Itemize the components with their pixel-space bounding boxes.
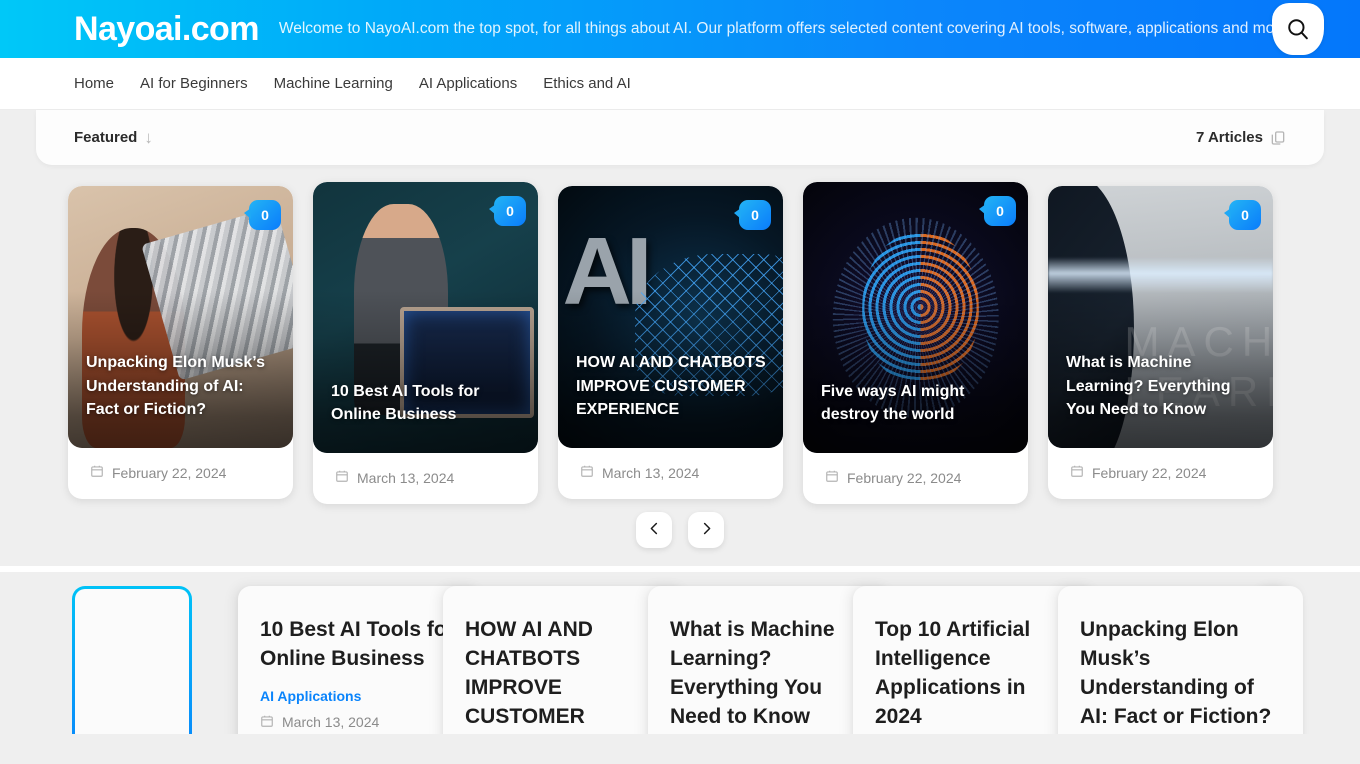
site-header: Nayoai.com Welcome to NayoAI.com the top… — [0, 0, 1360, 58]
featured-card[interactable]: 0 What is Machine Learning? Everything Y… — [1048, 186, 1273, 499]
article-count: 7 Articles — [1196, 129, 1286, 146]
article-date-row: March 13, 2024 — [260, 714, 461, 731]
card-thumbnail: 0 Unpacking Elon Musk’s Understanding of… — [68, 186, 293, 448]
featured-section: Featured ↓ 7 Articles 0 Unpacking Elon M… — [0, 110, 1360, 548]
article-title: Top 10 Artificial Intelligence Applicati… — [875, 618, 1031, 728]
chevron-left-icon — [647, 521, 662, 539]
site-logo[interactable]: Nayoai.com — [74, 12, 259, 46]
card-title: Five ways AI might destroy the world — [821, 382, 965, 424]
comment-count: 0 — [1241, 207, 1249, 223]
card-date: February 22, 2024 — [847, 469, 962, 486]
article-count-label: 7 Articles — [1196, 129, 1263, 146]
nav-item-ethics-and-ai[interactable]: Ethics and AI — [543, 75, 631, 92]
copy-icon — [1270, 130, 1286, 146]
card-date: March 13, 2024 — [602, 464, 700, 481]
calendar-icon — [260, 714, 274, 731]
comment-count-badge: 0 — [489, 196, 526, 226]
nav-item-home[interactable]: Home — [74, 75, 114, 92]
nav-item-ai-applications[interactable]: AI Applications — [419, 75, 517, 92]
card-title: What is Machine Learning? Everything You… — [1066, 353, 1231, 419]
main-navigation: Home AI for Beginners Machine Learning A… — [0, 58, 1360, 110]
calendar-icon — [1070, 464, 1084, 481]
highlighted-placeholder-card[interactable] — [72, 586, 192, 734]
article-title: What is Machine Learning? Everything You… — [670, 618, 835, 728]
comment-count-badge: 0 — [979, 196, 1016, 226]
calendar-icon — [580, 464, 594, 481]
featured-toolbar: Featured ↓ 7 Articles — [36, 110, 1324, 165]
search-button[interactable] — [1272, 3, 1324, 55]
card-thumbnail: 0 Five ways AI might destroy the world — [803, 182, 1028, 453]
calendar-icon — [825, 469, 839, 486]
card-date: February 22, 2024 — [1092, 464, 1207, 481]
chevron-right-icon — [699, 521, 714, 539]
card-thumbnail: 0 HOW AI AND CHATBOTS IMPROVE CUSTOMER E… — [558, 186, 783, 448]
article-title: 10 Best AI Tools for Online Business — [260, 618, 455, 670]
nav-item-machine-learning[interactable]: Machine Learning — [274, 75, 393, 92]
card-title: 10 Best AI Tools for Online Business — [331, 382, 480, 424]
comment-count-badge: 0 — [244, 200, 281, 230]
featured-card[interactable]: 0 HOW AI AND CHATBOTS IMPROVE CUSTOMER E… — [558, 186, 783, 499]
card-date-row: February 22, 2024 — [1048, 448, 1273, 499]
arrow-down-icon: ↓ — [144, 128, 153, 147]
article-category[interactable]: AI Applications — [260, 688, 461, 704]
search-icon — [1285, 16, 1311, 42]
carousel-controls — [0, 512, 1360, 548]
comment-count: 0 — [751, 207, 759, 223]
card-date-row: March 13, 2024 — [313, 453, 538, 504]
comment-count: 0 — [996, 203, 1004, 219]
article-date: March 13, 2024 — [282, 714, 380, 731]
calendar-icon — [335, 469, 349, 486]
card-thumbnail: 0 What is Machine Learning? Everything Y… — [1048, 186, 1273, 448]
featured-label: Featured — [74, 129, 138, 146]
card-date-row: February 22, 2024 — [803, 453, 1028, 504]
featured-card[interactable]: 0 Five ways AI might destroy the world F… — [803, 182, 1028, 504]
nav-item-ai-for-beginners[interactable]: AI for Beginners — [140, 75, 248, 92]
article-title: HOW AI AND CHATBOTS IMPROVE CUSTOMER EXP… — [465, 618, 600, 734]
card-date-row: February 22, 2024 — [68, 448, 293, 499]
comment-count-badge: 0 — [734, 200, 771, 230]
featured-card[interactable]: 0 Unpacking Elon Musk’s Understanding of… — [68, 186, 293, 499]
article-card[interactable]: Unpacking Elon Musk’s Understanding of A… — [1058, 586, 1303, 734]
featured-carousel: 0 Unpacking Elon Musk’s Understanding of… — [0, 182, 1360, 504]
site-tagline: Welcome to NayoAI.com the top spot, for … — [278, 20, 1289, 38]
carousel-next-button[interactable] — [688, 512, 724, 548]
card-date: February 22, 2024 — [112, 464, 227, 481]
card-thumbnail: 0 10 Best AI Tools for Online Business — [313, 182, 538, 453]
comment-count: 0 — [261, 207, 269, 223]
carousel-prev-button[interactable] — [636, 512, 672, 548]
card-title: Unpacking Elon Musk’s Understanding of A… — [86, 353, 265, 419]
latest-articles-strip: 10 Best AI Tools for Online Business AI … — [0, 572, 1360, 734]
card-date-row: March 13, 2024 — [558, 448, 783, 499]
card-title: HOW AI AND CHATBOTS IMPROVE CUSTOMER EXP… — [576, 353, 766, 419]
calendar-icon — [90, 464, 104, 481]
comment-count-badge: 0 — [1224, 200, 1261, 230]
featured-card[interactable]: 0 10 Best AI Tools for Online Business M… — [313, 182, 538, 504]
card-date: March 13, 2024 — [357, 469, 455, 486]
article-title: Unpacking Elon Musk’s Understanding of A… — [1080, 618, 1272, 728]
featured-sort-control[interactable]: Featured ↓ — [74, 129, 153, 146]
comment-count: 0 — [506, 203, 514, 219]
